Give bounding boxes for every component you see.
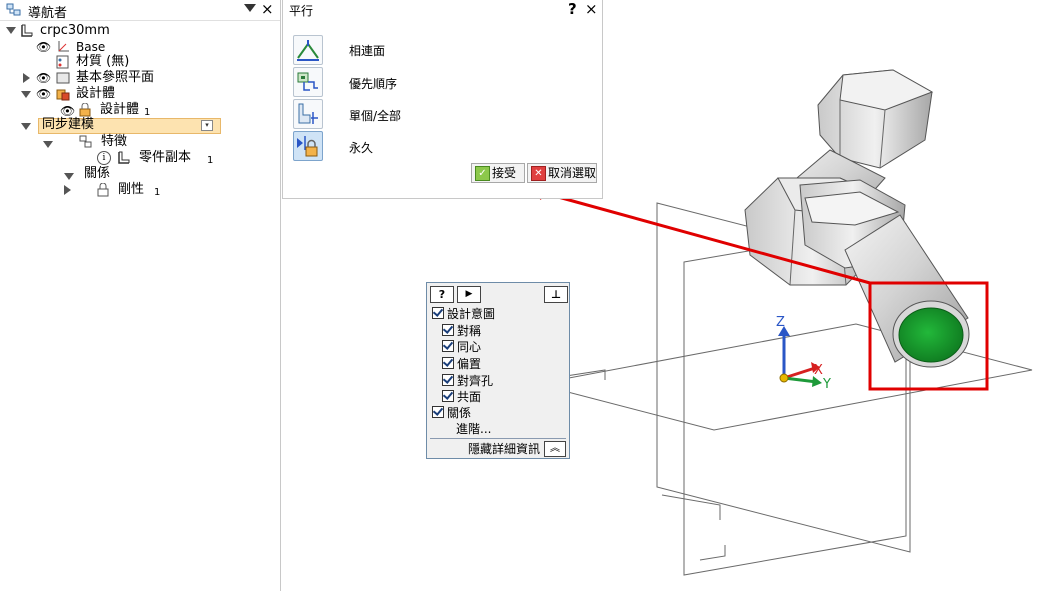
panel-menu-icon[interactable] [244,4,256,12]
expand-relations-icon[interactable] [64,173,74,180]
y-axis-label: Y [822,377,831,392]
priority-button[interactable] [293,67,323,97]
accept-label: 接受 [492,166,517,180]
expand-root-icon[interactable] [6,27,16,34]
design-intent-panel: ? ▶ ⊥ 設計意圖 對稱 同心 偏置 對齊孔 共面 關係 進階... 隱藏詳細… [426,282,570,459]
checkbox-checked-icon [432,406,444,418]
persistent-lock-icon [297,136,318,157]
single-all-button[interactable] [293,99,323,129]
deselect-label: 取消選取 [548,166,597,180]
tree-label-rigid-index: 1 [154,187,161,198]
tree-label-sync-modeling: 同步建模 [42,117,95,132]
offset-label: 偏置 [457,357,482,371]
symmetry-label: 對稱 [457,324,482,338]
sync-modeling-dropdown-icon[interactable]: ▾ [201,120,213,131]
visibility-eye-icon[interactable]: 👁 [60,105,75,117]
deselect-button[interactable]: ✕ 取消選取 [527,163,597,183]
tree-label-design-body: 設計體 [100,102,140,117]
navigator-header: 導航者 × [0,0,280,21]
check-icon: ✓ [475,166,490,181]
design-body-lock-icon [79,103,91,117]
coordinate-system-icon [58,41,69,52]
design-intent-checkbox[interactable]: 設計意圖 [432,306,495,322]
x-axis-label: X [814,363,823,378]
relations-checkbox[interactable]: 關係 [432,405,471,421]
hide-details-label: 隱藏詳細資訊 [468,442,541,456]
help-icon[interactable]: ? [430,286,454,303]
design-body-folder-icon [56,89,70,101]
option-label-single-all: 單個/全部 [349,109,402,123]
coplanar-label: 共面 [457,390,482,404]
dialog-title: 平行 [289,4,314,18]
tree-label-material: 材質 (無) [76,54,130,69]
tree-label-features: 特徵 [101,134,128,149]
option-label-connected-faces: 相連面 [349,44,386,58]
coordinate-triad: Z X Y [776,315,831,392]
advanced-link[interactable]: 進階... [456,421,491,437]
single-all-icon [298,103,318,124]
connected-faces-icon [297,40,319,61]
align-holes-checkbox[interactable]: 對齊孔 [442,373,493,389]
z-axis-label: Z [776,315,785,330]
pin-icon[interactable]: ⊥ [544,286,568,303]
lock-icon [97,183,109,197]
panel-divider [430,438,566,439]
navigator-panel: 導航者 × crpc30mm 👁 Base 材質 (無) 👁 基本參照平面 👁 … [0,0,281,591]
tree-label-ref-planes: 基本參照平面 [76,70,155,85]
align-holes-label: 對齊孔 [457,374,494,388]
visibility-eye-icon[interactable]: 👁 [36,88,51,100]
info-icon: i [97,151,111,165]
accept-button[interactable]: ✓ 接受 [471,163,525,183]
checkbox-checked-icon [432,307,444,319]
design-intent-label: 設計意圖 [447,307,496,321]
checkbox-checked-icon [442,324,454,336]
cancel-x-icon: ✕ [531,166,546,181]
expand-design-bodies-icon[interactable] [21,91,31,98]
persistent-button[interactable] [293,131,323,161]
tree-label-design-bodies: 設計體 [76,86,116,101]
offset-checkbox[interactable]: 偏置 [442,356,481,372]
symmetry-checkbox[interactable]: 對稱 [442,323,481,339]
help-icon[interactable]: ? [568,0,577,18]
tree-label-rigid: 剛性 [118,182,145,197]
relations-label: 關係 [447,406,472,420]
navigator-title: 導航者 [28,6,68,21]
advanced-label: 進階... [456,422,492,436]
option-label-priority: 優先順序 [349,77,398,91]
concentric-checkbox[interactable]: 同心 [442,339,481,355]
close-icon[interactable]: × [261,0,274,18]
tree-label-relations: 關係 [84,166,111,181]
collapse-chevron-icon[interactable]: ︽ [544,441,566,457]
concentric-label: 同心 [457,340,482,354]
part-icon [21,24,33,37]
checkbox-checked-icon [442,340,454,352]
tree-label-part-copy-index: 1 [207,155,214,166]
close-icon[interactable]: × [585,0,598,18]
checkbox-checked-icon [442,357,454,369]
features-icon [79,135,92,148]
selected-face[interactable] [898,307,964,363]
play-icon[interactable]: ▶ [457,286,481,303]
connected-faces-button[interactable] [293,35,323,65]
navigator-icon [6,3,21,16]
reference-plane-icon [56,72,70,84]
part-copy-icon [118,151,130,164]
visibility-eye-icon[interactable]: 👁 [36,72,51,84]
checkbox-checked-icon [442,390,454,402]
expand-rigid-icon[interactable] [64,185,71,195]
material-icon [56,55,69,69]
coplanar-checkbox[interactable]: 共面 [442,389,481,405]
visibility-eye-icon[interactable]: 👁 [36,41,51,53]
expand-features-icon[interactable] [43,141,53,148]
expand-sync-modeling-icon[interactable] [21,123,31,130]
option-label-persistent: 永久 [349,141,374,155]
tree-label-root: crpc30mm [40,23,110,38]
expand-ref-planes-icon[interactable] [23,73,30,83]
parallel-dialog: 平行 ? × 相連面 優先順序 單個/全部 永久 ✓ 接受 ✕ 取消選取 [282,0,603,199]
hide-details-link[interactable]: 隱藏詳細資訊 [468,441,540,457]
tree-label-base: Base [76,40,106,54]
tree-label-part-copy: 零件副本 [139,150,192,165]
checkbox-checked-icon [442,374,454,386]
priority-icon [297,72,318,91]
